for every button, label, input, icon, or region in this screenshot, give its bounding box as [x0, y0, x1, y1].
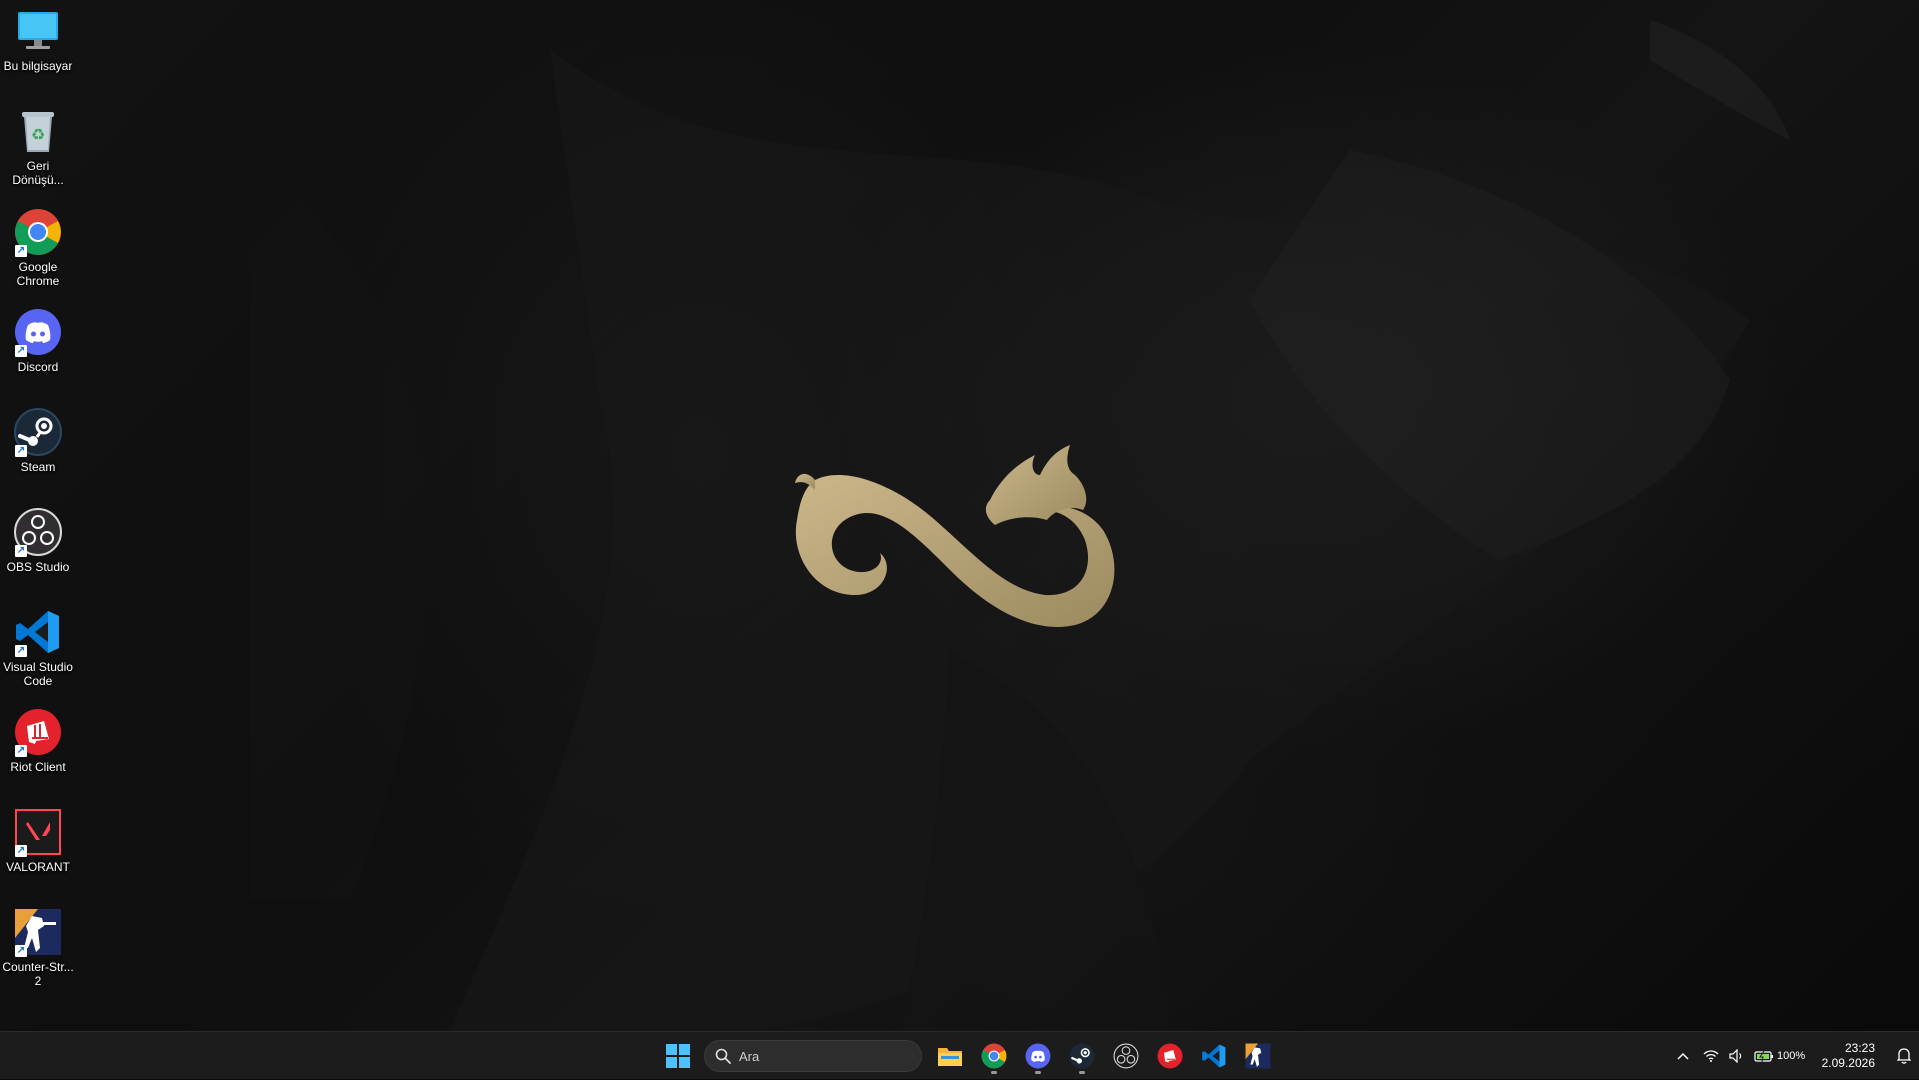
recycle-bin-icon: ♻ [13, 106, 63, 156]
taskbar-search-box[interactable]: Ara [704, 1040, 922, 1072]
desktop-icon-counter-strike[interactable]: ↗ Counter-Str... 2 [0, 907, 76, 988]
desktop-icon-this-pc[interactable]: Bu bilgisayar [0, 6, 76, 73]
shortcut-arrow-icon: ↗ [15, 745, 27, 757]
wifi-button[interactable] [1698, 1036, 1724, 1076]
taskbar-discord[interactable] [1016, 1036, 1060, 1076]
show-hidden-icons-button[interactable] [1668, 1036, 1698, 1076]
obs-icon [1113, 1043, 1139, 1069]
taskbar-riot-client[interactable] [1148, 1036, 1192, 1076]
taskbar-counter-strike[interactable] [1236, 1036, 1280, 1076]
volume-button[interactable] [1724, 1036, 1750, 1076]
taskbar-file-explorer[interactable] [928, 1036, 972, 1076]
shortcut-arrow-icon: ↗ [15, 945, 27, 957]
clock-time: 23:23 [1844, 1041, 1875, 1055]
valorant-icon: ↗ [13, 807, 63, 857]
steam-icon: ↗ [13, 407, 63, 457]
speaker-icon [1729, 1049, 1741, 1063]
desktop-icon-vscode[interactable]: ↗ Visual Studio Code [0, 607, 76, 688]
file-explorer-icon [938, 1048, 962, 1066]
riot-client-icon: ↗ [13, 707, 63, 757]
taskbar-apps: Ara [656, 1032, 1280, 1080]
shortcut-arrow-icon: ↗ [15, 545, 27, 557]
riot-client-icon [1157, 1043, 1183, 1069]
running-indicator [991, 1071, 997, 1074]
battery-percent: 100% [1777, 1050, 1806, 1062]
battery-button[interactable]: 100% [1750, 1036, 1810, 1076]
shortcut-arrow-icon: ↗ [15, 845, 27, 857]
system-tray: 100% 23:23 2.09.2026 [1668, 1032, 1919, 1080]
clock-date: 2.09.2026 [1821, 1056, 1875, 1070]
msi-dragon-logo [795, 445, 1115, 627]
desktop-icon-chrome[interactable]: ↗ Google Chrome [0, 207, 76, 288]
wifi-icon [1703, 1050, 1719, 1062]
chevron-up-icon [1677, 1052, 1689, 1060]
vscode-icon [1202, 1044, 1226, 1068]
svg-text:♻: ♻ [31, 125, 45, 144]
obs-icon: ↗ [13, 507, 63, 557]
taskbar-vscode[interactable] [1192, 1036, 1236, 1076]
taskbar: Ara 100% 23:23 2.09.2026 [0, 1031, 1919, 1079]
desktop-icon-obs[interactable]: ↗ OBS Studio [0, 507, 76, 574]
desktop-icon-valorant[interactable]: ↗ VALORANT [0, 807, 76, 874]
start-icon [666, 1044, 690, 1068]
clock[interactable]: 23:23 2.09.2026 [1822, 1041, 1875, 1071]
desktop-icon-riot-client[interactable]: ↗ Riot Client [0, 707, 76, 774]
search-placeholder: Ara [739, 1048, 760, 1064]
desktop[interactable]: Bu bilgisayar ♻ Geri Dönüşü... ↗ Google … [0, 0, 1919, 1031]
notifications-button[interactable] [1889, 1036, 1919, 1076]
start-button[interactable] [656, 1036, 700, 1076]
discord-icon [1025, 1043, 1051, 1069]
counter-strike-icon: ↗ [13, 907, 63, 957]
taskbar-obs[interactable] [1104, 1036, 1148, 1076]
taskbar-chrome[interactable] [972, 1036, 1016, 1076]
chrome-icon: ↗ [13, 207, 63, 257]
shortcut-arrow-icon: ↗ [15, 345, 27, 357]
vscode-icon: ↗ [13, 607, 63, 657]
desktop-icon-discord[interactable]: ↗ Discord [0, 307, 76, 374]
shortcut-arrow-icon: ↗ [15, 245, 27, 257]
steam-icon [1069, 1043, 1095, 1069]
running-indicator [1079, 1071, 1085, 1074]
shortcut-arrow-icon: ↗ [15, 645, 27, 657]
desktop-icon-steam[interactable]: ↗ Steam [0, 407, 76, 474]
taskbar-steam[interactable] [1060, 1036, 1104, 1076]
running-indicator [1035, 1071, 1041, 1074]
notification-bell-icon [1897, 1048, 1911, 1064]
counter-strike-icon [1245, 1043, 1271, 1069]
discord-icon: ↗ [13, 307, 63, 357]
this-pc-icon [13, 6, 63, 56]
chrome-icon [981, 1043, 1007, 1069]
search-icon [715, 1048, 731, 1064]
desktop-icon-recycle-bin[interactable]: ♻ Geri Dönüşü... [0, 106, 76, 187]
battery-charging-icon [1754, 1050, 1774, 1062]
shortcut-arrow-icon: ↗ [15, 445, 27, 457]
